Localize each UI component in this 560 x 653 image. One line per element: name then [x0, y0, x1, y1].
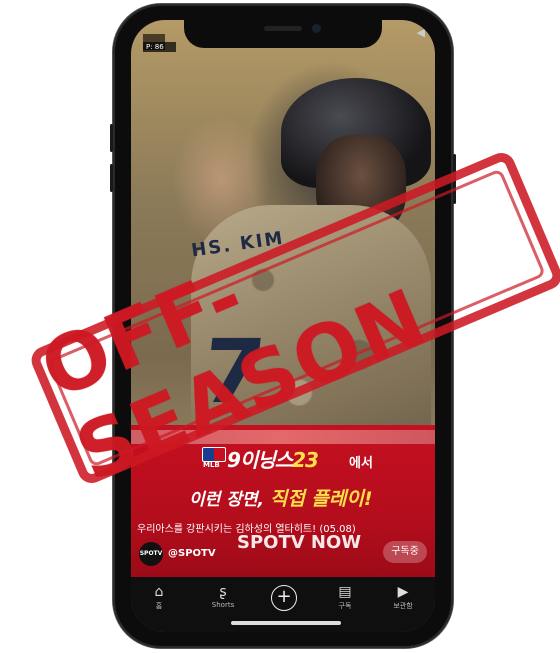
mlb-label: MLB: [203, 461, 220, 469]
nav-home-label: 홈: [155, 602, 163, 610]
ad-tagline-prefix: 이런 장면,: [189, 490, 264, 510]
home-indicator[interactable]: [231, 621, 341, 625]
ad-title-number: 23: [292, 448, 319, 472]
nav-library[interactable]: ▶ 보관함: [383, 583, 423, 611]
shorts-icon: ʂ: [219, 584, 227, 600]
nav-shorts-label: Shorts: [211, 601, 235, 609]
subscribe-button[interactable]: 구독중: [383, 541, 427, 563]
ad-title: 9이닝스23: [227, 444, 319, 473]
nav-shorts[interactable]: ʂ Shorts: [203, 583, 243, 609]
ad-title-suffix: 에서: [349, 456, 373, 471]
nav-home[interactable]: ⌂ 홈: [139, 583, 179, 611]
ad-tagline-highlight: 직접 플레이!: [269, 488, 373, 510]
subscriptions-icon: ▤: [338, 584, 352, 600]
ad-tagline: 이런 장면, 직접 플레이!: [189, 484, 373, 511]
volume-up-button: [110, 124, 113, 152]
speaker-grille: [264, 26, 302, 31]
status-label: P: 86: [143, 42, 176, 52]
channel-avatar[interactable]: SPOTV: [139, 542, 163, 566]
front-camera: [312, 24, 321, 33]
nav-subscriptions-label: 구독: [338, 602, 352, 610]
library-icon: ▶: [397, 584, 409, 600]
mute-icon[interactable]: ◀: [417, 26, 425, 39]
volume-down-button: [110, 164, 113, 192]
create-button[interactable]: +: [271, 585, 297, 611]
nav-subscriptions[interactable]: ▤ 구독: [325, 583, 365, 611]
channel-handle[interactable]: @SPOTV: [168, 548, 216, 559]
home-icon: ⌂: [154, 584, 164, 600]
plus-icon: +: [276, 586, 292, 607]
ad-title-text: 9이닝스: [227, 448, 293, 472]
brand-watermark: SPOTV NOW: [237, 532, 362, 553]
phone-notch: [184, 20, 382, 48]
nav-library-label: 보관함: [393, 602, 413, 610]
